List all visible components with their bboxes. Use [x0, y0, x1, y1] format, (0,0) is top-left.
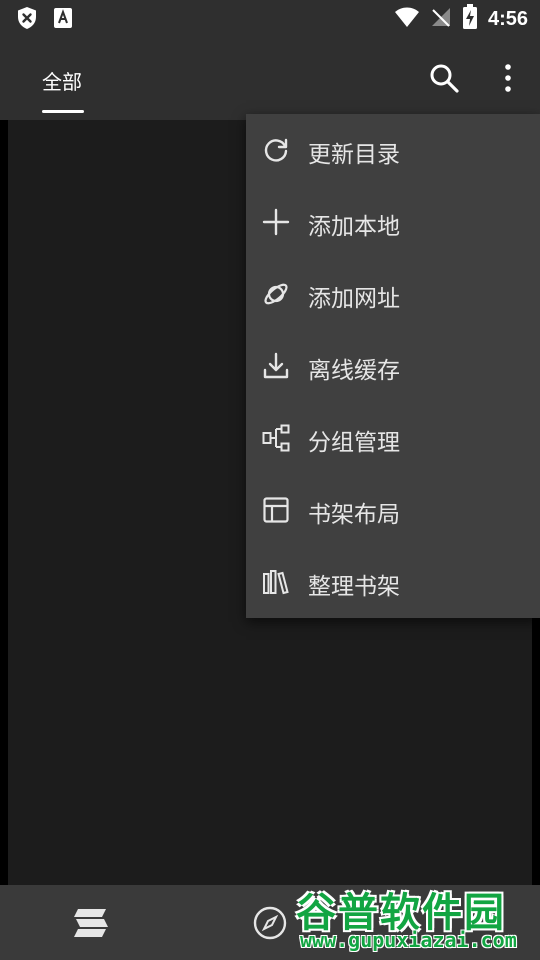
overflow-menu: 更新目录 添加本地 添加网址 离线缓存 分组管理 书架布局 整理书架 [246, 114, 540, 618]
status-bar: 4:56 [0, 0, 540, 36]
menu-item-label: 添加网址 [308, 286, 400, 312]
menu-item-label: 分组管理 [308, 430, 400, 456]
tab-all[interactable]: 全部 [42, 66, 82, 95]
layout-icon [262, 496, 290, 524]
text-a-icon [52, 6, 74, 34]
planet-icon [262, 280, 290, 308]
no-signal-icon [430, 5, 452, 33]
menu-item-label: 更新目录 [308, 142, 400, 168]
more-options-button[interactable] [490, 60, 526, 96]
compass-icon [252, 906, 288, 945]
battery-charging-icon [462, 4, 478, 34]
watermark-url: www.gupuxiazai.com [300, 928, 517, 952]
nav-bookshelf-button[interactable] [70, 905, 110, 941]
nav-discover-button[interactable] [252, 905, 288, 941]
menu-item-label: 离线缓存 [308, 358, 400, 384]
tab-indicator [42, 110, 84, 113]
menu-item-add-local[interactable]: 添加本地 [246, 186, 540, 258]
menu-item-arrange-shelf[interactable]: 整理书架 [246, 546, 540, 618]
menu-item-label: 添加本地 [308, 214, 400, 240]
menu-item-label: 整理书架 [308, 574, 400, 600]
plus-icon [262, 208, 290, 236]
menu-item-group-management[interactable]: 分组管理 [246, 402, 540, 474]
app-bar: 全部 [0, 36, 540, 120]
menu-item-offline-cache[interactable]: 离线缓存 [246, 330, 540, 402]
watermark: 谷普软件园 www.gupuxiazai.com [296, 876, 540, 960]
refresh-icon [262, 136, 290, 164]
status-time: 4:56 [487, 7, 528, 30]
wifi-icon [394, 5, 420, 33]
menu-item-add-url[interactable]: 添加网址 [246, 258, 540, 330]
search-button[interactable] [426, 60, 462, 96]
group-tree-icon [262, 424, 290, 452]
shield-x-icon [16, 6, 38, 34]
more-vertical-icon [490, 64, 526, 100]
menu-item-label: 书架布局 [308, 502, 400, 528]
download-icon [262, 352, 290, 380]
search-icon [426, 64, 462, 100]
books-icon [262, 568, 290, 596]
menu-item-update-catalog[interactable]: 更新目录 [246, 114, 540, 186]
stack-icon [70, 909, 110, 945]
menu-item-shelf-layout[interactable]: 书架布局 [246, 474, 540, 546]
